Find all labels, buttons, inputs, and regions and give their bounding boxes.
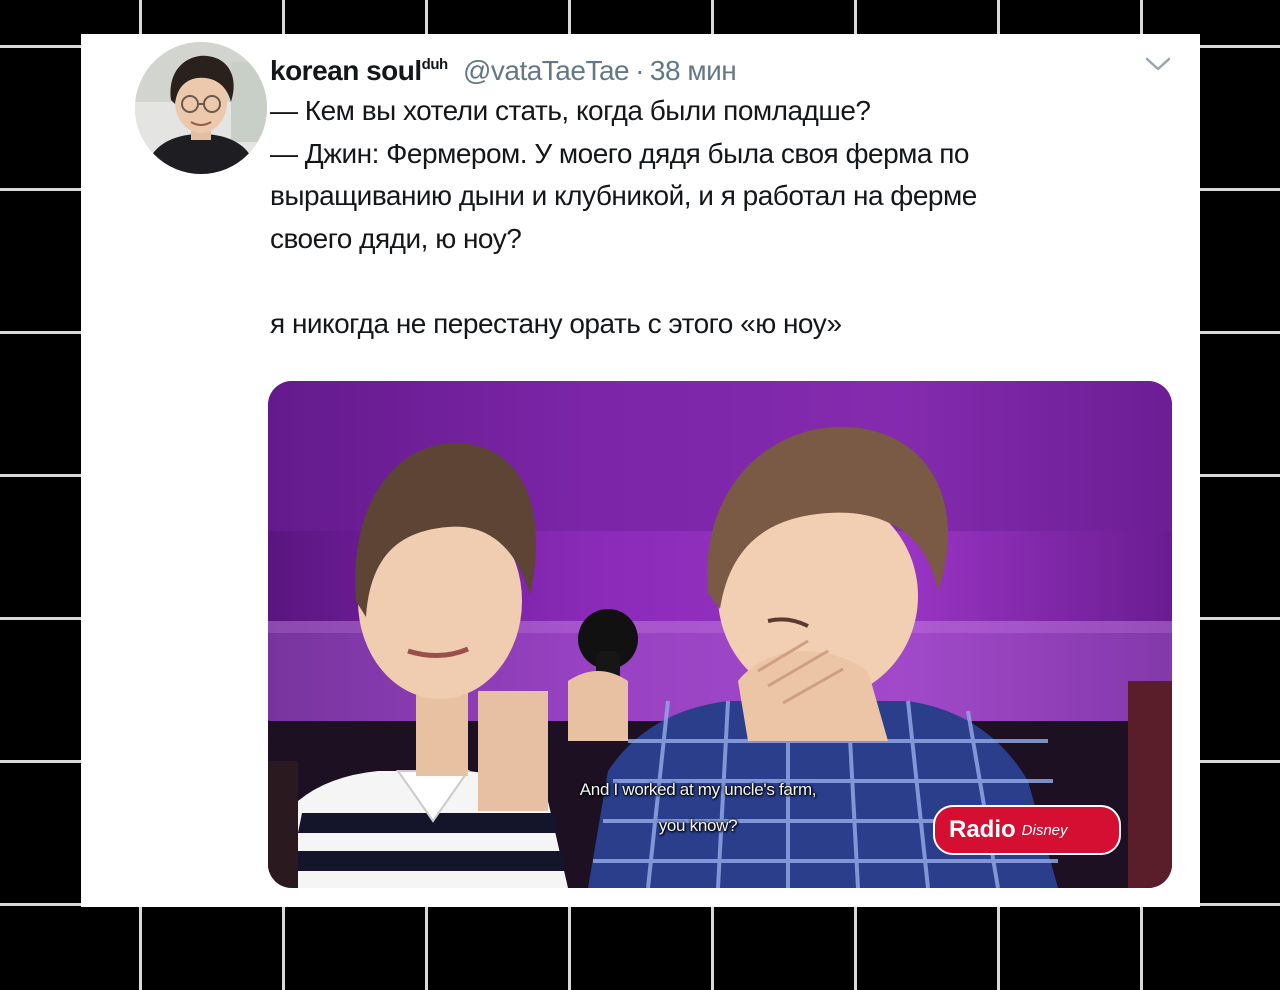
video-subtitle-line-1: And I worked at my uncle's farm,: [579, 780, 817, 799]
author-display-name[interactable]: korean soul: [270, 55, 422, 86]
video-subtitle-line-2: you know?: [658, 816, 738, 835]
tweet-card[interactable]: korean soulduh @vataTaeTae · 38 мин — Кем …: [81, 34, 1200, 907]
avatar-photo: [135, 42, 267, 174]
tweet-timestamp[interactable]: 38 мин: [650, 55, 737, 86]
chevron-down-icon[interactable]: [1143, 54, 1173, 74]
watermark-main-text: Radio: [949, 816, 1016, 843]
author-display-name-suffix: duh: [421, 56, 449, 73]
header-separator: ·: [635, 55, 644, 86]
radio-disney-logo: Radio Disney: [933, 805, 1121, 855]
tweet-text: — Кем вы хотели стать, когда были помлад…: [270, 95, 977, 339]
tweet-header: korean soulduh @vataTaeTae · 38 мин: [270, 48, 737, 88]
author-handle[interactable]: @vataTaeTae: [463, 55, 630, 86]
tweet-media[interactable]: And I worked at my uncle's farm, you kno…: [268, 381, 1172, 888]
watermark-brand-text: Disney: [1021, 822, 1068, 839]
author-avatar[interactable]: [135, 42, 267, 174]
